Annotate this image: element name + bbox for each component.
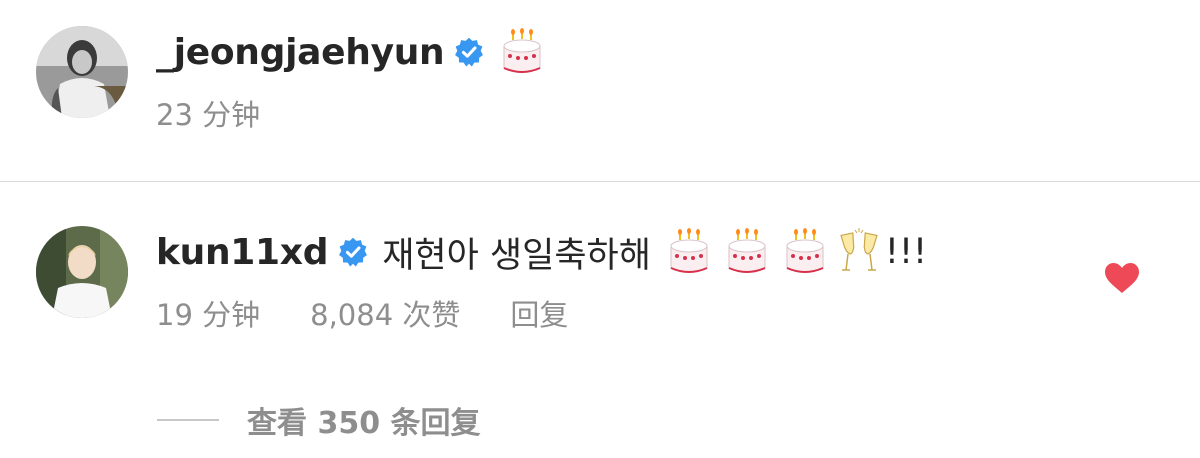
- comment-row: kun11xd 재현아 생일축하해 !!! 19 分钟 8,084 次赞 回复: [36, 226, 927, 334]
- comment-like-count[interactable]: 8,084 次赞: [310, 292, 460, 334]
- post-author-avatar[interactable]: [36, 26, 128, 118]
- birthday-cake-icon: [723, 228, 771, 276]
- reply-button[interactable]: 回复: [510, 292, 568, 334]
- comment-timestamp: 19 分钟: [156, 298, 261, 332]
- birthday-cake-icon: [665, 228, 713, 276]
- birthday-cake-icon: [498, 28, 546, 76]
- like-heart-icon[interactable]: [1104, 262, 1140, 294]
- commenter-username[interactable]: kun11xd: [156, 232, 328, 273]
- view-replies-label: 查看 350 条回复: [247, 406, 481, 441]
- commenter-avatar[interactable]: [36, 226, 128, 318]
- view-replies-button[interactable]: 查看 350 条回复: [157, 398, 481, 442]
- comment-text: 재현아 생일축하해: [382, 235, 651, 276]
- verified-badge-icon: [338, 237, 368, 267]
- clinking-glasses-icon: [839, 228, 879, 276]
- post-header: _jeongjaehyun 23 分钟: [36, 26, 546, 134]
- avatar-image: [36, 226, 128, 318]
- post-author-username[interactable]: _jeongjaehyun: [156, 32, 445, 73]
- replies-line: [157, 419, 219, 421]
- post-timestamp: 23 分钟: [156, 98, 261, 132]
- comment-suffix: !!!: [884, 232, 928, 272]
- divider: [0, 181, 1200, 182]
- avatar-image: [36, 26, 128, 118]
- verified-badge-icon: [454, 37, 484, 67]
- birthday-cake-icon: [781, 228, 829, 276]
